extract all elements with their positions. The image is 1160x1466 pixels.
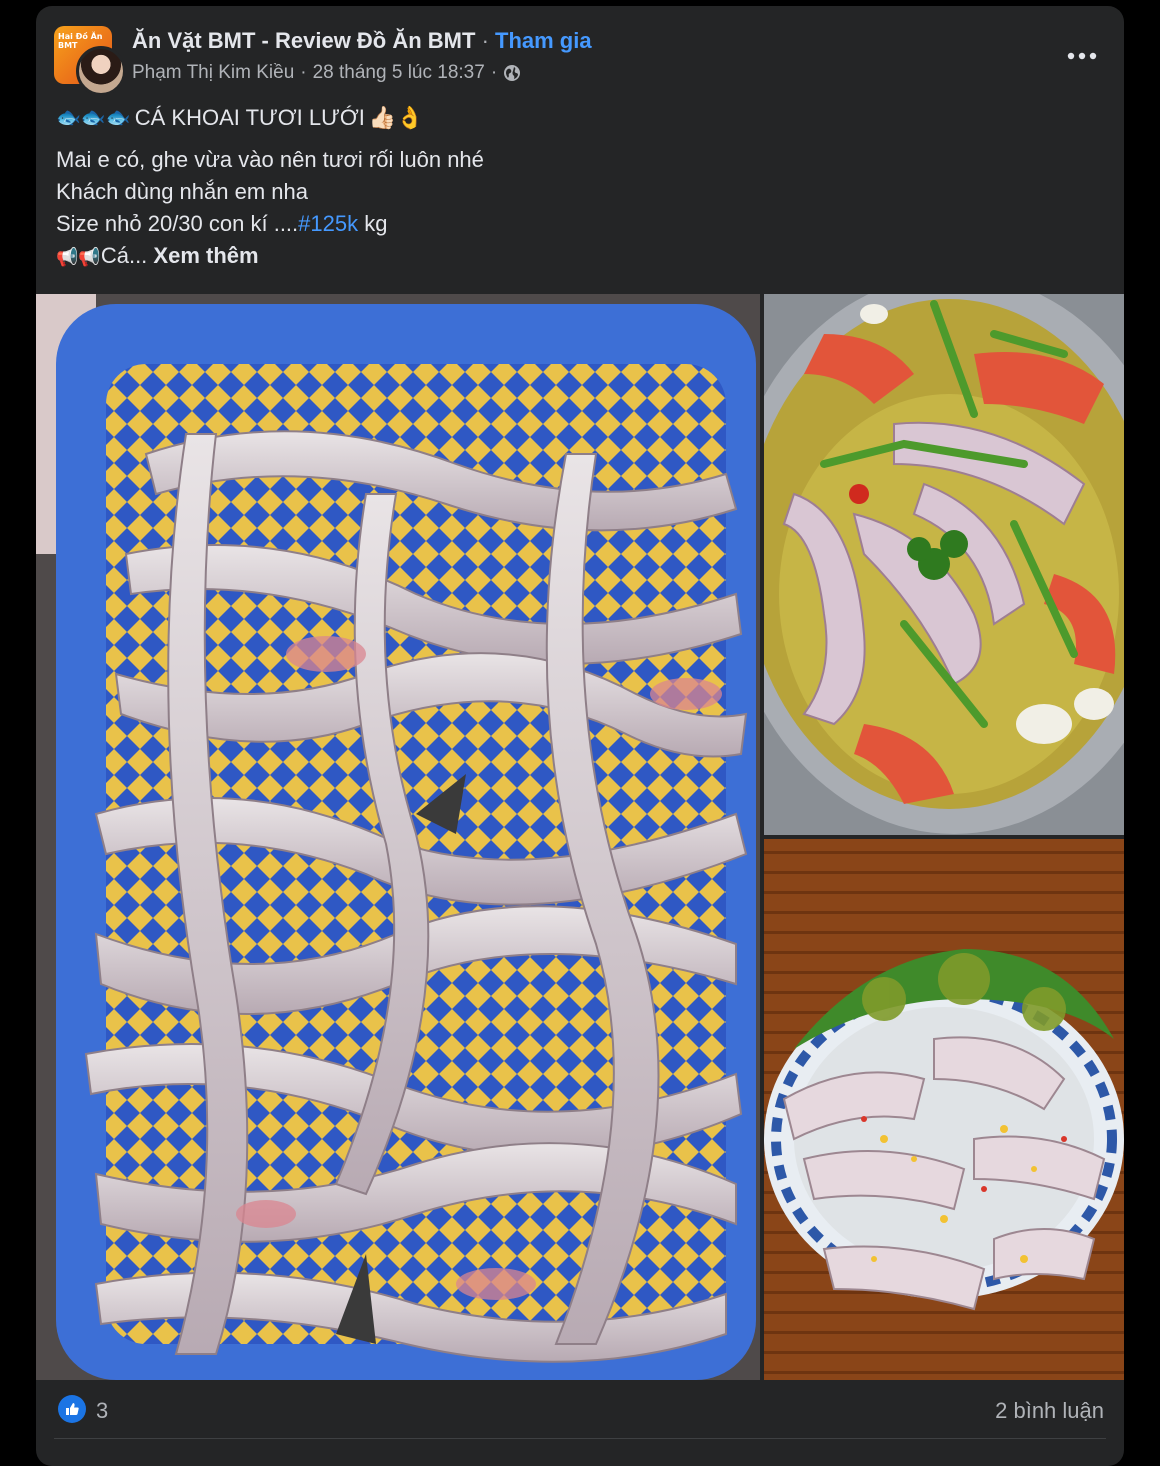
post-footer: 3 2 bình luận xyxy=(36,1380,1124,1440)
fish-soup-illustration xyxy=(764,294,1124,835)
fish-emoji-icons: 🐟🐟🐟 xyxy=(56,107,131,129)
reaction-count[interactable]: 3 xyxy=(96,1398,108,1424)
hashtag-link[interactable]: #125k xyxy=(298,211,358,236)
megaphone-icons: 📢📢 xyxy=(56,247,101,267)
more-options-button[interactable] xyxy=(1062,36,1102,76)
photo-grid xyxy=(36,294,1124,1380)
like-icon[interactable] xyxy=(58,1395,86,1423)
post-card: Hai Đồ Ăn BMT Ăn Vặt BMT - Review Đồ Ăn … xyxy=(36,6,1124,1466)
post-line-size: Size nhỏ 20/30 con kí ....#125k kg xyxy=(56,208,1096,240)
group-title: Ăn Vặt BMT - Review Đồ Ăn BMT · Tham gia xyxy=(132,28,592,54)
hand-emoji-icons: 👍🏻👌 xyxy=(368,105,424,130)
fish-basket-illustration xyxy=(36,294,760,1380)
fish-soup-photo[interactable] xyxy=(764,294,1124,835)
globe-icon xyxy=(504,65,521,81)
meta-separator: · xyxy=(490,62,498,83)
see-more-link[interactable]: Xem thêm xyxy=(153,243,258,268)
size-suffix: kg xyxy=(358,211,388,236)
author-avatar[interactable] xyxy=(76,46,126,96)
join-group-link[interactable]: Tham gia xyxy=(495,28,592,53)
post-line: Mai e có, ghe vừa vào nên tươi rối luôn … xyxy=(56,147,484,172)
footer-divider xyxy=(54,1438,1106,1439)
post-headline: 🐟🐟🐟 CÁ KHOAI TƯƠI LƯỚI 👍🏻👌 xyxy=(56,102,1096,134)
author-name-link[interactable]: Phạm Thị Kim Kiều xyxy=(132,62,294,84)
post-line-teaser: 📢📢Cá... Xem thêm xyxy=(56,240,1096,273)
post-body: 🐟🐟🐟 CÁ KHOAI TƯƠI LƯỚI 👍🏻👌 Mai e có, ghe… xyxy=(56,102,1096,273)
post-header: Hai Đồ Ăn BMT Ăn Vặt BMT - Review Đồ Ăn … xyxy=(36,6,1124,96)
thumbs-up-icon xyxy=(66,1403,79,1415)
title-separator: · xyxy=(475,28,496,53)
post-line: Khách dùng nhắn em nha xyxy=(56,179,308,204)
fresh-fish-basket-photo[interactable] xyxy=(36,294,760,1380)
post-timestamp-link[interactable]: 28 tháng 5 lúc 18:37 xyxy=(313,62,485,84)
comments-count-link[interactable]: 2 bình luận xyxy=(995,1398,1104,1424)
group-name-link[interactable]: Ăn Vặt BMT - Review Đồ Ăn BMT xyxy=(132,28,475,53)
fish-plate-illustration xyxy=(764,839,1124,1380)
meta-separator: · xyxy=(300,62,307,83)
headline-text: CÁ KHOAI TƯƠI LƯỚI xyxy=(134,105,365,130)
more-options-icon xyxy=(1067,52,1097,60)
fish-plate-photo[interactable] xyxy=(764,839,1124,1380)
post-meta: Phạm Thị Kim Kiều · 28 tháng 5 lúc 18:37… xyxy=(132,62,521,84)
teaser-text: Cá... xyxy=(100,243,148,268)
size-prefix: Size nhỏ 20/30 con kí .... xyxy=(56,211,299,236)
